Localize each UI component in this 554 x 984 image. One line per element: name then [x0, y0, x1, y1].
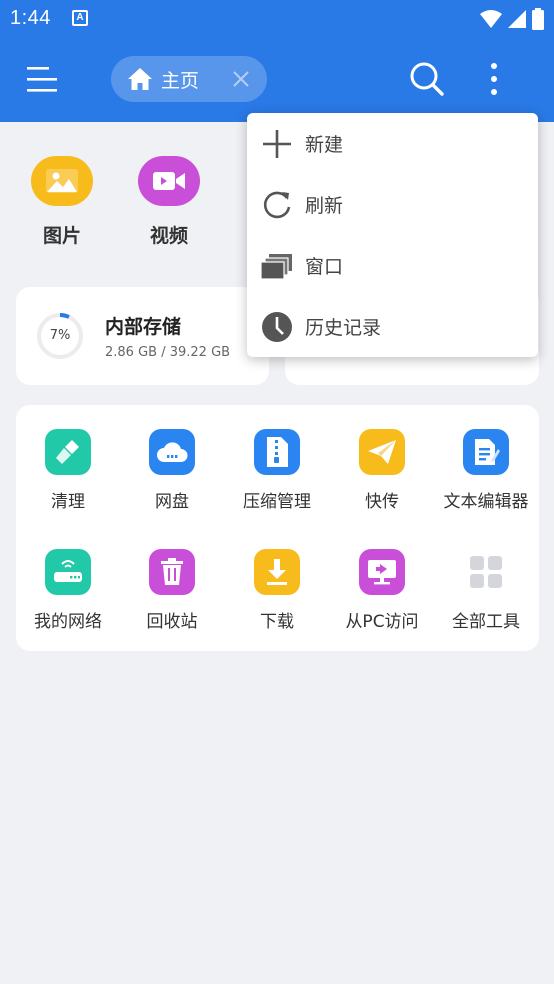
- tool-label: 全部工具: [452, 612, 520, 632]
- search-button[interactable]: [408, 60, 446, 98]
- tool-my-network[interactable]: 我的网络: [16, 549, 120, 632]
- tab-home[interactable]: 主页: [111, 56, 267, 102]
- broom-icon: [45, 429, 91, 475]
- clock-icon: [261, 311, 293, 343]
- tool-label: 清理: [51, 492, 85, 512]
- tool-label: 从PC访问: [345, 612, 419, 632]
- grid-icon: [463, 549, 509, 595]
- home-icon: [128, 68, 152, 90]
- tool-text-editor[interactable]: 文本编辑器: [434, 429, 538, 512]
- app-bar: 1:44 A 主页: [0, 0, 554, 122]
- video-icon: [138, 156, 200, 206]
- menu-item-history[interactable]: 历史记录: [247, 296, 538, 357]
- router-icon: [45, 549, 91, 595]
- download-icon: [254, 549, 300, 595]
- more-options-button[interactable]: [482, 62, 506, 96]
- tool-quick-transfer[interactable]: 快传: [330, 429, 434, 512]
- tool-compression[interactable]: 压缩管理: [225, 429, 329, 512]
- zip-icon: [254, 429, 300, 475]
- tool-label: 网盘: [155, 492, 189, 512]
- menu-item-label: 新建: [305, 134, 344, 156]
- menu-item-refresh[interactable]: 刷新: [247, 174, 538, 235]
- more-vertical-icon: [491, 63, 497, 95]
- tool-all-tools[interactable]: 全部工具: [434, 549, 538, 632]
- image-icon: [31, 156, 93, 206]
- tools-card: 清理 网盘 压缩管理 快传 文本编辑器 我的网络 回收站 下载 从PC访问 全部…: [16, 405, 539, 651]
- tool-download[interactable]: 下载: [225, 549, 329, 632]
- signal-icon: [508, 10, 526, 28]
- quick-item-videos[interactable]: 视频: [129, 156, 209, 248]
- tab-label: 主页: [161, 69, 200, 92]
- trash-icon: [149, 549, 195, 595]
- menu-item-label: 历史记录: [305, 317, 382, 339]
- menu-item-label: 刷新: [305, 195, 344, 217]
- tool-label: 文本编辑器: [443, 492, 529, 512]
- status-bar: 1:44 A: [0, 0, 554, 38]
- menu-item-new[interactable]: 新建: [247, 113, 538, 174]
- search-icon: [410, 62, 444, 96]
- storage-usage: 2.86 GB / 39.22 GB: [105, 345, 231, 360]
- menu-button[interactable]: [24, 62, 60, 96]
- storage-percent: 7%: [49, 328, 71, 343]
- tool-label: 我的网络: [34, 612, 102, 632]
- paper-plane-icon: [359, 429, 405, 475]
- pc-icon: [359, 549, 405, 595]
- system-icons: [480, 8, 544, 30]
- tool-label: 回收站: [146, 612, 198, 632]
- quick-item-images[interactable]: 图片: [22, 156, 102, 248]
- tool-label: 压缩管理: [243, 492, 311, 512]
- windows-icon: [261, 250, 293, 282]
- internal-storage-card[interactable]: 7% 内部存储 2.86 GB / 39.22 GB: [16, 287, 269, 385]
- refresh-icon: [261, 189, 293, 221]
- close-tab-icon[interactable]: [231, 69, 251, 89]
- menu-item-label: 窗口: [305, 256, 344, 278]
- cloud-icon: [149, 429, 195, 475]
- tool-clean[interactable]: 清理: [16, 429, 120, 512]
- document-icon: [463, 429, 509, 475]
- status-time: 1:44: [10, 7, 51, 29]
- wifi-icon: [480, 10, 502, 28]
- quick-item-label: 图片: [42, 225, 81, 247]
- tool-cloud-drive[interactable]: 网盘: [120, 429, 224, 512]
- tool-label: 快传: [365, 492, 399, 512]
- tool-label: 下载: [260, 612, 294, 632]
- quick-item-label: 视频: [149, 225, 188, 247]
- tool-access-from-pc[interactable]: 从PC访问: [330, 549, 434, 632]
- notification-icon: A: [72, 10, 88, 26]
- overflow-menu: 新建 刷新 窗口 历史记录: [247, 113, 538, 357]
- menu-item-windows[interactable]: 窗口: [247, 235, 538, 296]
- battery-icon: [532, 8, 544, 30]
- hamburger-icon: [27, 67, 57, 92]
- storage-title: 内部存储: [105, 316, 182, 338]
- tool-recycle-bin[interactable]: 回收站: [120, 549, 224, 632]
- plus-icon: [261, 128, 293, 160]
